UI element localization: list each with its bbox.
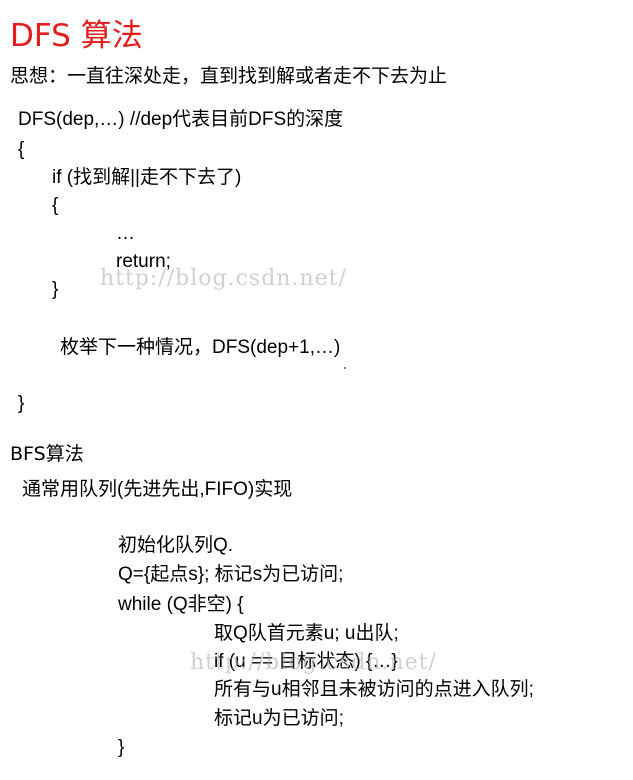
dfs-code-line-4: {	[52, 195, 59, 216]
bfs-intro: 通常用队列(先进先出,FIFO)实现	[22, 479, 293, 500]
dfs-code-line-5: …	[116, 223, 135, 244]
bfs-code-line-1: 初始化队列Q.	[118, 535, 234, 556]
bfs-code-line-6: 所有与u相邻且未被访问的点进入队列;	[214, 679, 534, 700]
watermark-2: http://blog.csdn.net/	[190, 650, 437, 675]
dfs-code-line-2: {	[18, 139, 25, 160]
dfs-code-line-9: }	[18, 393, 25, 414]
dfs-code-line-3: if (找到解||走不下去了)	[52, 167, 242, 188]
bfs-code-line-7: 标记u为已访问;	[214, 708, 344, 729]
dfs-code-line-1: DFS(dep,…) //dep代表目前DFS的深度	[18, 109, 344, 130]
bfs-code-line-8: }	[118, 737, 125, 758]
dfs-code-line-8: 枚举下一种情况，DFS(dep+1,…)	[60, 337, 341, 358]
page-title: DFS 算法	[10, 18, 143, 54]
stray-dot	[344, 367, 346, 369]
watermark: http://blog.csdn.net/	[100, 266, 347, 291]
bfs-code-line-4: 取Q队首元素u; u出队;	[214, 623, 399, 644]
bfs-code-line-3: while (Q非空) {	[118, 594, 244, 615]
page-subtitle: 思想：一直往深处走，直到找到解或者走不下去为止	[10, 65, 448, 87]
dfs-code-line-7: }	[52, 279, 59, 300]
bfs-title: BFS算法	[10, 443, 84, 465]
bfs-code-line-2: Q={起点s}; 标记s为已访问;	[118, 564, 344, 585]
